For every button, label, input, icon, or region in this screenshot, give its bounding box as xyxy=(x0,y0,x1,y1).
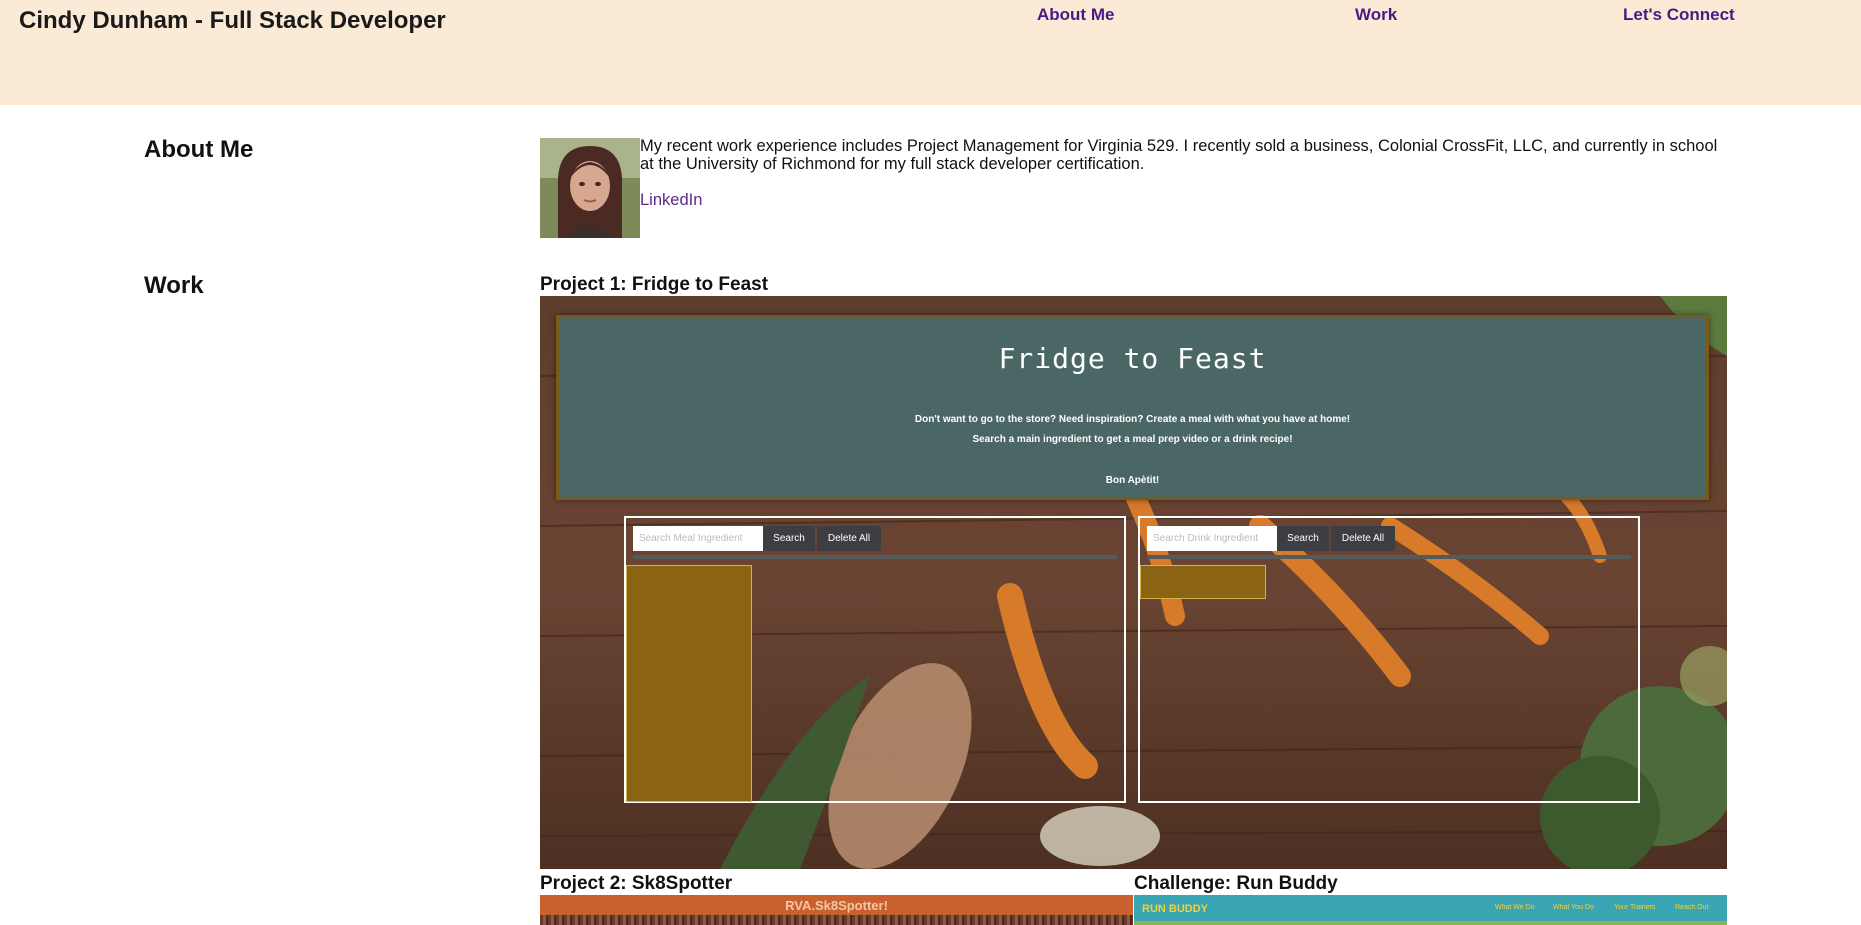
run-buddy-hero-strip xyxy=(1134,921,1727,925)
site-title: Cindy Dunham - Full Stack Developer xyxy=(19,7,446,34)
meal-delete-all-button[interactable]: Delete All xyxy=(817,526,881,551)
meal-search-button[interactable]: Search xyxy=(763,526,815,551)
sk8spotter-image-strip xyxy=(540,915,1133,925)
run-buddy-nav-item: Your Trainers xyxy=(1614,904,1656,911)
site-header: Cindy Dunham - Full Stack Developer Abou… xyxy=(0,0,1861,105)
project-1-title: Project 1: Fridge to Feast xyxy=(540,274,769,295)
tagline-3: Bon Apètit! xyxy=(1105,475,1160,486)
nav-link-work[interactable]: Work xyxy=(1355,5,1397,25)
meal-search-panel: Search Meal Ingredient Search Delete All xyxy=(624,516,1126,803)
run-buddy-screenshot[interactable]: RUN BUDDY What We Do What You Do Your Tr… xyxy=(1134,895,1727,925)
fridge-to-feast-screenshot[interactable]: Fridge to Feast Don't want to go to the … xyxy=(540,296,1727,869)
drink-search-panel: Search Drink Ingredient Search Delete Al… xyxy=(1138,516,1640,803)
sk8spotter-banner: RVA.Sk8Spotter! xyxy=(785,898,888,913)
drink-result-card[interactable] xyxy=(1140,565,1266,599)
drink-delete-all-button[interactable]: Delete All xyxy=(1331,526,1395,551)
about-heading: About Me xyxy=(144,136,254,163)
challenge-title: Challenge: Run Buddy xyxy=(1134,873,1338,894)
nav-link-about[interactable]: About Me xyxy=(1037,5,1114,25)
linkedin-link[interactable]: LinkedIn xyxy=(640,191,702,210)
work-heading: Work xyxy=(144,272,204,299)
meal-result-card[interactable] xyxy=(626,565,752,802)
run-buddy-brand: RUN BUDDY xyxy=(1142,903,1208,915)
drink-search-input[interactable]: Search Drink Ingredient xyxy=(1147,526,1277,551)
meal-search-input[interactable]: Search Meal Ingredient xyxy=(633,526,763,551)
run-buddy-nav-item: What We Do xyxy=(1495,904,1535,911)
run-buddy-nav-item: Reach Out xyxy=(1675,904,1709,911)
nav-link-connect[interactable]: Let's Connect xyxy=(1623,5,1735,25)
divider xyxy=(633,555,1117,559)
tagline-2: Search a main ingredient to get a meal p… xyxy=(972,434,1293,445)
tagline-1: Don't want to go to the store? Need insp… xyxy=(914,414,1351,425)
about-text: My recent work experience includes Proje… xyxy=(640,137,1718,173)
fridge-to-feast-title: Fridge to Feast xyxy=(998,342,1267,375)
project-2-title: Project 2: Sk8Spotter xyxy=(540,873,733,894)
sk8spotter-screenshot[interactable]: RVA.Sk8Spotter! xyxy=(540,895,1133,925)
profile-photo xyxy=(540,138,640,238)
run-buddy-nav-item: What You Do xyxy=(1553,904,1594,911)
divider xyxy=(1147,555,1631,559)
drink-search-button[interactable]: Search xyxy=(1277,526,1329,551)
fridge-to-feast-header: Fridge to Feast Don't want to go to the … xyxy=(556,315,1709,500)
